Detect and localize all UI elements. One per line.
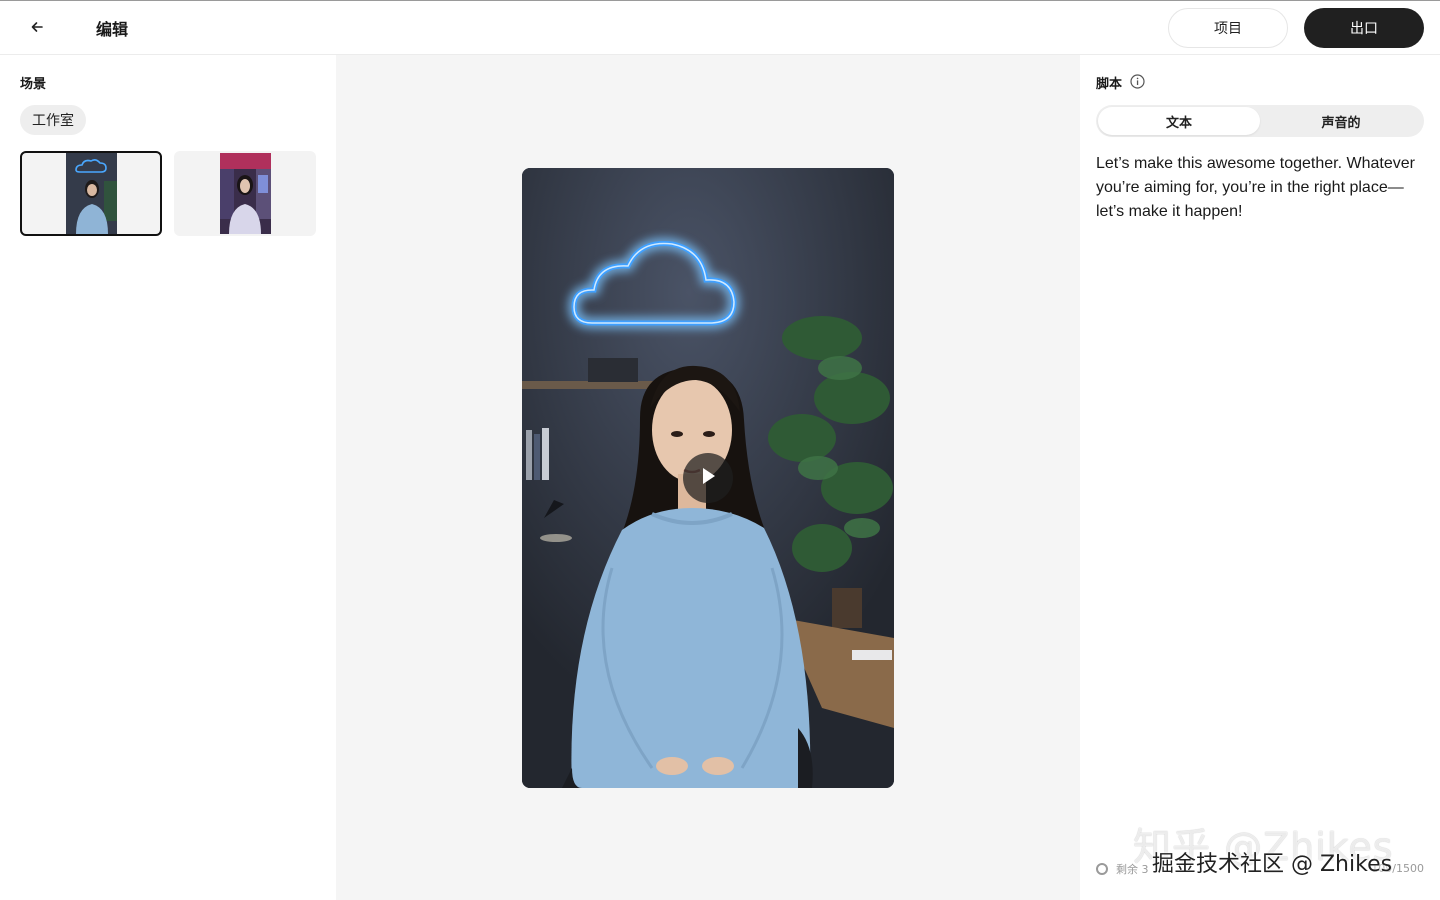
scene-thumbnail-1[interactable]	[20, 151, 162, 236]
script-text-editor[interactable]: Let’s make this awesome together. Whatev…	[1096, 152, 1418, 224]
scene-thumbnail-2[interactable]	[174, 151, 316, 236]
back-button[interactable]	[22, 13, 52, 43]
arrow-left-icon	[30, 19, 44, 38]
video-preview[interactable]	[522, 168, 894, 788]
scene-1-image	[65, 153, 117, 234]
play-icon	[699, 466, 717, 490]
scene-section-label: 场景	[20, 77, 47, 92]
scene-2-image	[219, 153, 271, 234]
script-panel: 脚本 文本 声音的 Let’s make this awesome togeth…	[1080, 55, 1440, 900]
projects-button[interactable]: 项目	[1168, 8, 1288, 48]
script-section-label: 脚本	[1096, 77, 1123, 92]
status-dot-icon	[1096, 863, 1108, 875]
tab-text[interactable]: 文本	[1098, 107, 1260, 135]
info-icon[interactable]	[1129, 73, 1145, 89]
watermark-juejin: 掘金技术社区 @ Zhikes	[1152, 852, 1393, 877]
tab-audio[interactable]: 声音的	[1260, 107, 1422, 135]
play-button[interactable]	[683, 453, 733, 503]
export-button[interactable]: 出口	[1304, 8, 1424, 48]
preview-canvas	[336, 55, 1080, 900]
scene-panel: 场景 工作室	[0, 55, 336, 900]
page-title: 编辑	[96, 20, 129, 39]
top-bar: 编辑 项目 出口	[0, 0, 1440, 55]
script-mode-tabs: 文本 声音的	[1096, 105, 1424, 137]
studio-filter-chip[interactable]: 工作室	[20, 105, 86, 135]
